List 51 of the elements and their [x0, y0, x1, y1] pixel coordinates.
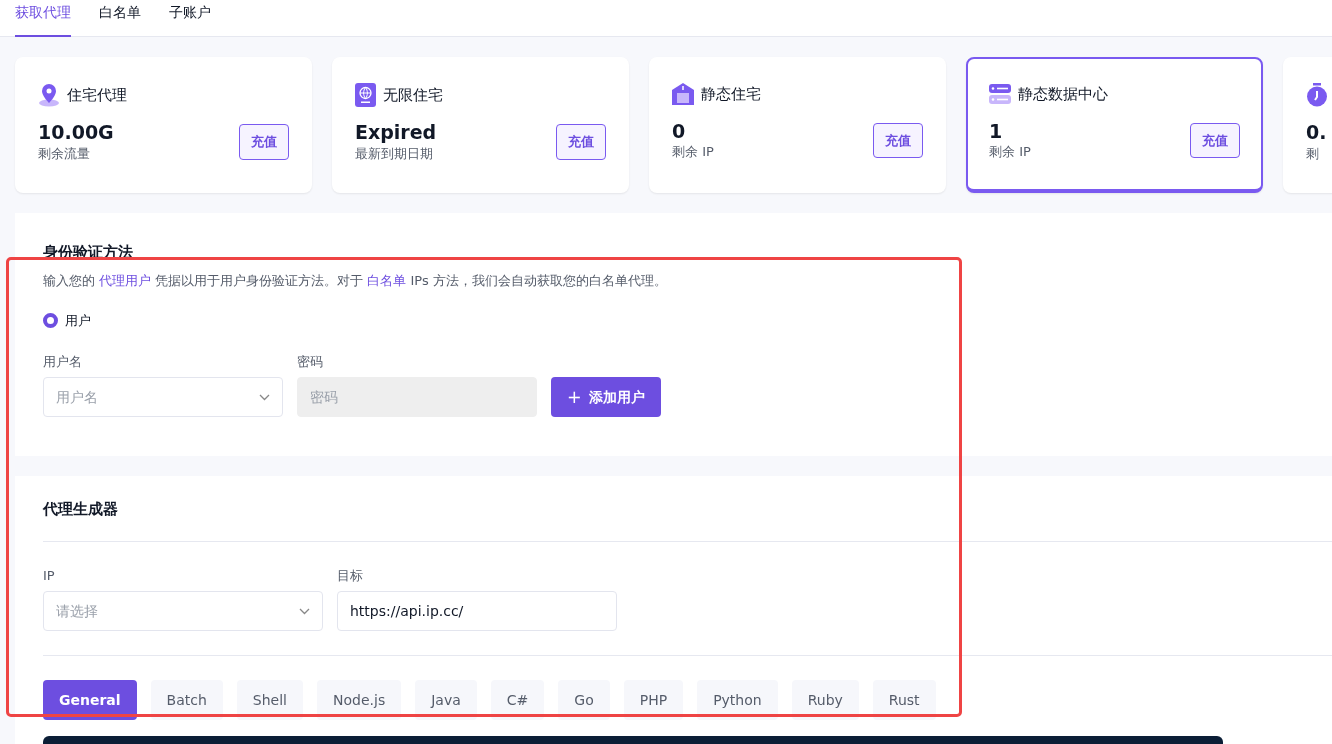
location-pin-icon	[38, 83, 60, 107]
chevron-down-icon	[259, 393, 270, 401]
field-label: IP	[43, 566, 56, 585]
field-label: 目标	[337, 566, 364, 585]
product-caption: 剩	[1306, 144, 1320, 163]
tab[interactable]: 子账户	[169, 0, 225, 37]
field-label: 密码	[297, 352, 324, 371]
language-tab[interactable]: General	[43, 680, 137, 720]
product-caption: 剩余 IP	[989, 143, 1031, 162]
house-icon	[672, 83, 694, 106]
product-caption: 剩余流量	[38, 144, 91, 163]
product-title: 静态数据中心	[1018, 84, 1108, 105]
language-tab[interactable]: Rust	[872, 680, 936, 720]
field-label: 用户名	[43, 352, 83, 371]
product-value: 10.00G	[38, 121, 114, 144]
whitelist-link[interactable]: 白名单	[367, 272, 407, 288]
language-tab[interactable]: C#	[490, 680, 545, 720]
language-tab[interactable]: PHP	[623, 680, 684, 720]
language-tab[interactable]: Batch	[150, 680, 223, 720]
language-tab[interactable]: Shell	[236, 680, 303, 720]
server-icon	[989, 84, 1011, 105]
language-tab[interactable]: Node.js	[317, 680, 402, 720]
language-tab[interactable]: Python	[697, 680, 778, 720]
language-tab[interactable]: Go	[558, 680, 610, 720]
product-value: Expired	[355, 121, 437, 144]
recharge-button[interactable]: 充值	[239, 124, 289, 160]
tab[interactable]: 获取代理	[15, 0, 71, 37]
auth-description: 输入您的 代理用户 凭据以用于用户身份验证方法。对于 白名单 IPs 方法，我们会自动获取您的白名单代理。	[43, 271, 668, 290]
product-title: 无限住宅	[383, 84, 443, 106]
tab[interactable]: 白名单	[99, 0, 155, 37]
radio-button[interactable]	[43, 313, 58, 329]
product-value: 0	[672, 119, 687, 143]
radio-label: 用户	[65, 312, 91, 330]
recharge-button[interactable]: 充值	[556, 124, 606, 160]
recharge-button[interactable]: 充值	[1190, 122, 1240, 159]
product-caption: 剩余 IP	[672, 143, 714, 162]
product-value: 1	[989, 119, 1004, 143]
chevron-down-icon	[299, 607, 310, 615]
language-tab[interactable]: Ruby	[791, 680, 859, 720]
language-tab[interactable]: Java	[415, 680, 477, 720]
add-user-button[interactable]: + 添加用户	[551, 377, 661, 417]
stopwatch-icon	[1306, 83, 1328, 107]
product-title: 住宅代理	[67, 84, 127, 106]
product-title: 静态住宅	[701, 84, 761, 105]
input-field[interactable]: https://api.ip.cc/	[337, 591, 617, 631]
section-title: 代理生成器	[43, 499, 119, 520]
proxy-user-link[interactable]: 代理用户	[99, 272, 152, 288]
product-caption: 最新到期日期	[355, 144, 434, 163]
recharge-button[interactable]: 充值	[873, 122, 923, 159]
product-value: 0.	[1306, 121, 1327, 144]
globe-icon	[355, 83, 376, 107]
